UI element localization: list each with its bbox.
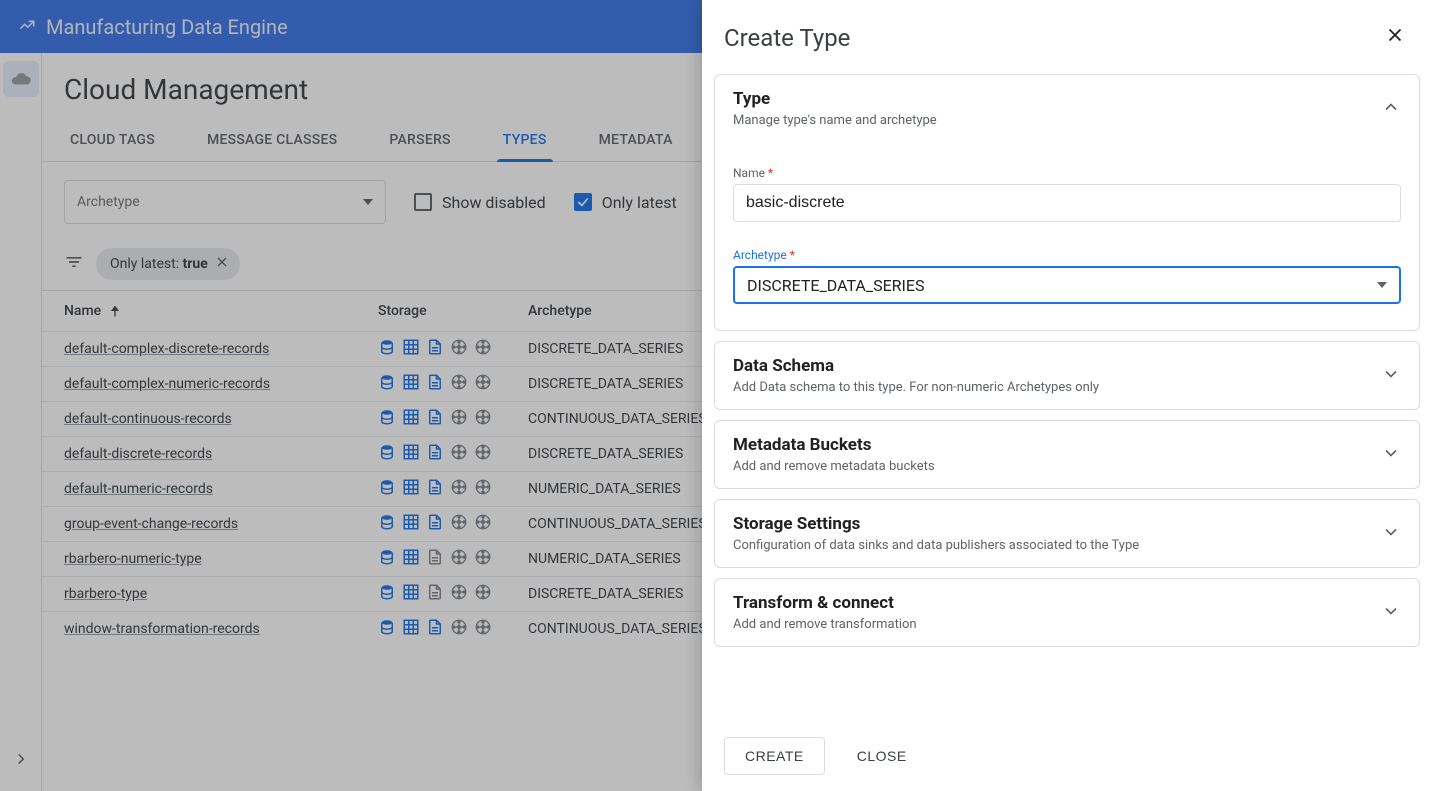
drawer-title: Create Type	[724, 24, 850, 52]
panel-transform-connect: Transform & connect Add and remove trans…	[714, 578, 1420, 647]
create-button[interactable]: CREATE	[724, 737, 825, 775]
panel-metadata-title: Metadata Buckets	[733, 435, 935, 455]
panel-data-schema: Data Schema Add Data schema to this type…	[714, 341, 1420, 410]
panel-type-header[interactable]: Type Manage type's name and archetype	[715, 75, 1419, 142]
panel-storage-settings: Storage Settings Configuration of data s…	[714, 499, 1420, 568]
create-type-drawer: Create Type Type Manage type's name and …	[702, 0, 1432, 791]
close-icon	[1384, 24, 1406, 46]
panel-transform-connect-header[interactable]: Transform & connect Add and remove trans…	[715, 579, 1419, 646]
chevron-down-icon	[1381, 522, 1401, 546]
archetype-field-label: Archetype *	[733, 248, 1401, 262]
panel-type: Type Manage type's name and archetype Na…	[714, 74, 1420, 331]
panel-metadata-subtitle: Add and remove metadata buckets	[733, 459, 935, 474]
name-field-label: Name *	[733, 166, 1401, 180]
panel-storage-settings-header[interactable]: Storage Settings Configuration of data s…	[715, 500, 1419, 567]
chevron-up-icon	[1381, 97, 1401, 121]
panel-storage-title: Storage Settings	[733, 514, 1139, 534]
panel-transform-subtitle: Add and remove transformation	[733, 617, 917, 632]
close-button[interactable]: CLOSE	[853, 738, 911, 774]
drawer-footer: CREATE CLOSE	[702, 721, 1432, 791]
archetype-select[interactable]: DISCRETE_DATA_SERIES	[733, 266, 1401, 304]
panel-metadata-buckets: Metadata Buckets Add and remove metadata…	[714, 420, 1420, 489]
panel-type-subtitle: Manage type's name and archetype	[733, 113, 937, 128]
chevron-down-icon	[1381, 443, 1401, 467]
archetype-select-value: DISCRETE_DATA_SERIES	[747, 276, 924, 295]
name-input[interactable]	[733, 184, 1401, 222]
panel-transform-title: Transform & connect	[733, 593, 917, 613]
drawer-close-button[interactable]	[1380, 20, 1410, 56]
panel-data-schema-header[interactable]: Data Schema Add Data schema to this type…	[715, 342, 1419, 409]
panel-data-schema-title: Data Schema	[733, 356, 1099, 376]
chevron-down-icon	[1377, 280, 1387, 290]
panel-metadata-buckets-header[interactable]: Metadata Buckets Add and remove metadata…	[715, 421, 1419, 488]
panel-data-schema-subtitle: Add Data schema to this type. For non-nu…	[733, 380, 1099, 395]
chevron-down-icon	[1381, 364, 1401, 388]
chevron-down-icon	[1381, 601, 1401, 625]
panel-type-title: Type	[733, 89, 937, 109]
panel-storage-subtitle: Configuration of data sinks and data pub…	[733, 538, 1139, 553]
